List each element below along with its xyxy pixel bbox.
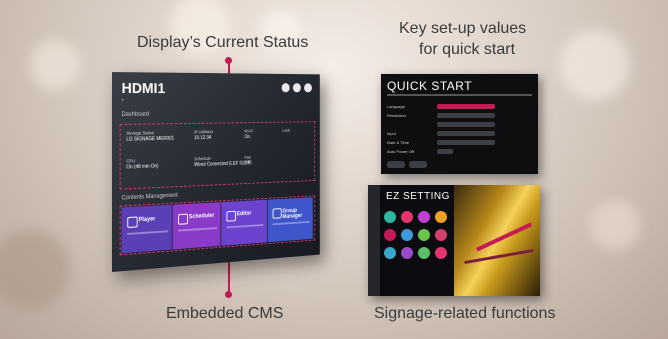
status-cell-value: 10.12.34	[194, 135, 212, 142]
row-label: Input	[387, 131, 396, 136]
status-cell-label: Schedule	[194, 156, 211, 162]
contents-management-label: Contents Management	[121, 192, 178, 202]
quick-start-row-extra[interactable]	[387, 122, 532, 127]
connector-dot-bottom	[225, 291, 232, 298]
quick-start-description	[387, 94, 532, 96]
player-icon	[127, 216, 138, 229]
ez-setting-function-icon[interactable]	[384, 229, 396, 241]
caption-key-setup-2: for quick start	[419, 41, 516, 58]
quick-start-row-input[interactable]: Input	[387, 131, 532, 136]
language-value[interactable]	[437, 104, 495, 109]
tile-description-placeholder	[226, 224, 264, 229]
row-label: Auto Power Off	[387, 149, 415, 154]
status-cell: Storage Status LG SIGNAGE MER001	[126, 130, 175, 143]
signage-display: HDMI1 • Dashboard Storage Status LG SIGNA…	[112, 72, 320, 272]
tile-description-placeholder	[178, 227, 217, 232]
quick-start-screen: QUICK START Language Resolution Input Da…	[381, 74, 538, 174]
quick-start-row-datetime[interactable]: Date & Time	[387, 140, 532, 145]
status-cell-value: Off	[244, 160, 250, 167]
quick-start-button-a[interactable]	[387, 161, 405, 168]
ez-setting-function-icon[interactable]	[418, 229, 430, 241]
ez-sidebar	[368, 185, 380, 296]
input-subtitle: •	[121, 97, 124, 104]
ez-setting-title: EZ SETTING	[386, 191, 450, 202]
status-dashboard: Storage Status LG SIGNAGE MER001 IP Addre…	[119, 121, 316, 190]
ez-setting-function-icon[interactable]	[435, 229, 447, 241]
status-cell: CPU On (48 min On)	[126, 158, 159, 171]
status-cell-label: Storage Status	[126, 130, 155, 136]
ez-setting-function-icon[interactable]	[384, 211, 396, 223]
dashboard-label: Dashboard	[121, 111, 150, 118]
status-cell-label: Lock	[282, 128, 291, 133]
caption-current-status: Display’s Current Status	[137, 34, 309, 51]
row-label: Language	[387, 104, 405, 109]
background-bokeh	[0, 230, 70, 310]
ez-setting-function-icon[interactable]	[401, 229, 413, 241]
ez-setting-function-icon[interactable]	[418, 211, 430, 223]
ez-panel: EZ SETTING	[380, 185, 454, 296]
ez-setting-function-icon[interactable]	[384, 247, 396, 259]
background-bokeh	[590, 200, 640, 250]
ez-setting-function-icon[interactable]	[435, 211, 447, 223]
status-cell: Lock	[282, 128, 290, 134]
info-icon[interactable]	[292, 83, 301, 93]
tile-label: Scheduler	[188, 212, 215, 221]
row-label: Resolution	[387, 113, 406, 118]
scheduler-icon	[178, 213, 188, 225]
tile-description-placeholder	[272, 220, 310, 226]
status-cell: Schedule Wired Connected (LEF 512 F)	[194, 155, 251, 168]
extra-value[interactable]	[437, 122, 495, 127]
connector-line-bottom	[228, 258, 230, 294]
tile-label: Editor	[236, 210, 252, 218]
ez-background-photo	[454, 185, 540, 296]
editor-icon	[226, 210, 236, 222]
status-cell-label: Wi-Fi	[244, 128, 254, 134]
background-bokeh	[560, 30, 630, 100]
background-bokeh	[30, 40, 80, 90]
input-title: HDMI1	[121, 80, 166, 97]
status-cell-label: CPU	[126, 158, 136, 164]
tile-player[interactable]: Player	[121, 204, 172, 254]
status-cell: Fan Off	[244, 155, 251, 166]
status-cell-value: Wired Connected (LEF 512 F)	[194, 160, 252, 169]
settings-icon[interactable]	[281, 83, 290, 93]
caption-key-setup-1: Key set-up values	[399, 20, 527, 37]
status-cell-label: IP Address	[194, 129, 214, 135]
caption-embedded-cms: Embedded CMS	[166, 305, 284, 322]
quick-start-title: QUICK START	[387, 79, 473, 93]
quick-start-button-b[interactable]	[409, 161, 427, 168]
row-label: Date & Time	[387, 140, 410, 145]
caption-signage-functions: Signage-related functions	[374, 305, 556, 322]
cms-tiles: Player Scheduler Editor Group Manager	[119, 195, 316, 256]
status-cell-value: LG SIGNAGE MER001	[126, 135, 175, 143]
tile-group-manager[interactable]: Group Manager	[267, 197, 313, 243]
quick-start-row-resolution[interactable]: Resolution	[387, 113, 532, 118]
ez-setting-screen: EZ SETTING	[368, 185, 540, 296]
autopower-toggle[interactable]	[437, 149, 453, 154]
group-manager-icon	[272, 208, 282, 219]
ez-setting-function-icon[interactable]	[401, 211, 413, 223]
resolution-value[interactable]	[437, 113, 495, 118]
tile-label: Player	[138, 216, 156, 224]
status-cell-value: On (48 min On)	[126, 163, 159, 171]
status-cell: Wi-Fi On	[244, 129, 253, 140]
status-cell: IP Address 10.12.34	[194, 129, 213, 141]
tile-scheduler[interactable]: Scheduler	[172, 202, 221, 250]
input-value[interactable]	[437, 131, 495, 136]
ez-icon-grid	[384, 211, 450, 259]
power-icon[interactable]	[304, 83, 312, 93]
status-cell-label: Fan	[244, 154, 251, 160]
header-icons	[281, 83, 312, 93]
tile-description-placeholder	[127, 230, 169, 235]
ez-setting-function-icon[interactable]	[435, 247, 447, 259]
ez-setting-function-icon[interactable]	[401, 247, 413, 259]
status-cell-value: On	[244, 134, 250, 141]
quick-start-row-language[interactable]: Language	[387, 104, 532, 109]
tile-editor[interactable]: Editor	[221, 199, 267, 246]
datetime-value[interactable]	[437, 140, 495, 145]
tile-label: Group Manager	[282, 208, 303, 221]
quick-start-row-autopower[interactable]: Auto Power Off	[387, 149, 532, 154]
ez-setting-function-icon[interactable]	[418, 247, 430, 259]
